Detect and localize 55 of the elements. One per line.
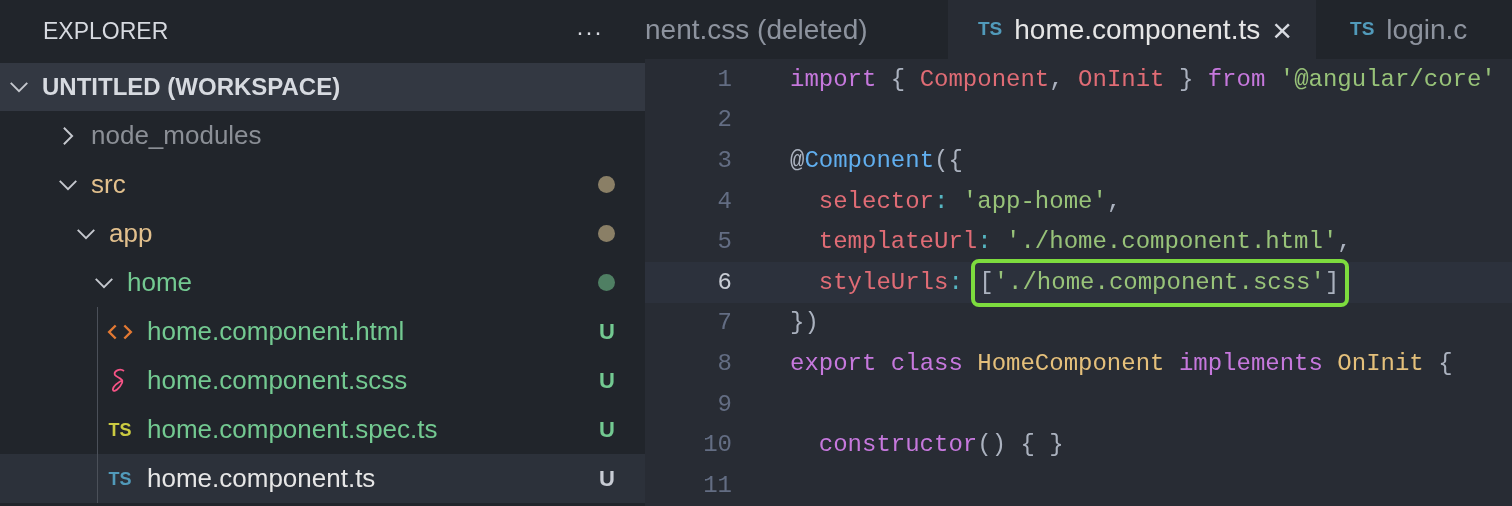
file-name: home.component.ts (147, 462, 376, 495)
tree-item[interactable]: src (0, 160, 645, 209)
line-number: 10 (702, 430, 732, 461)
line-number: 5 (716, 227, 732, 258)
typescript-icon: TS (978, 15, 1003, 44)
line-number: 7 (716, 308, 732, 339)
line-number: 6 (716, 267, 732, 298)
editor-tab[interactable]: nent.css (deleted) (645, 0, 948, 60)
file-name: app (109, 217, 153, 250)
close-icon[interactable]: × (1272, 12, 1293, 47)
line-number: 9 (716, 389, 732, 420)
code-line: import { Component, OnInit } from '@angular/core' (790, 64, 1496, 95)
code-line: }) (790, 308, 819, 339)
typescript-icon: TS (108, 420, 132, 439)
line-number: 11 (702, 470, 732, 501)
code-text: styleUrls: (817, 267, 964, 298)
tab-label: home.component.ts (1014, 12, 1261, 47)
editor-tab[interactable]: TS home.component.ts × (948, 0, 1317, 60)
tree-item[interactable]: node_modules (0, 111, 645, 160)
tree-item[interactable]: TS home.component.ts U (0, 454, 645, 503)
code-line: selector: 'app-home', (817, 186, 1122, 217)
line-number: 1 (716, 64, 732, 95)
sidebar-title: EXPLORER (43, 17, 169, 47)
tab-label: login.c (1386, 12, 1468, 47)
tree-item[interactable]: home (0, 258, 645, 307)
code-line: templateUrl: './home.component.html', (817, 227, 1352, 258)
editor-tab[interactable]: TS login.c (1316, 0, 1490, 60)
line-number: 4 (716, 186, 732, 217)
line-number: 8 (716, 348, 732, 379)
status-letter: U (599, 367, 615, 395)
file-name: home.component.html (147, 315, 405, 348)
highlight-box: ['./home.component.scss'] (971, 258, 1350, 307)
typescript-icon: TS (1350, 15, 1375, 44)
file-name: home.component.spec.ts (147, 413, 438, 446)
tree-item[interactable]: home.component.scss U (0, 356, 645, 405)
tab-label: nent.css (deleted) (645, 12, 868, 47)
workspace-header[interactable]: UNTITLED (WORKSPACE) (0, 63, 645, 111)
status-letter: U (599, 416, 615, 444)
file-name: node_modules (91, 119, 262, 152)
code-line: @Component({ (790, 145, 963, 176)
status-letter: U (599, 465, 615, 493)
tree-item[interactable]: app (0, 209, 645, 258)
code-line: constructor() { } (817, 430, 1064, 461)
typescript-icon: TS (108, 469, 132, 488)
more-actions-button[interactable]: ··· (576, 13, 603, 50)
code-brackets-icon (107, 322, 133, 341)
file-name: src (91, 168, 126, 201)
tree-item[interactable]: home.component.html U (0, 307, 645, 356)
status-letter: U (599, 318, 615, 346)
code-line: export class HomeComponent implements OnInit { (790, 348, 1453, 379)
line-number: 2 (716, 105, 732, 136)
tree-item[interactable]: TS home.component.spec.ts U (0, 405, 645, 454)
file-name: home.component.scss (147, 364, 408, 397)
line-number: 3 (716, 145, 732, 176)
file-name: home (127, 266, 193, 299)
